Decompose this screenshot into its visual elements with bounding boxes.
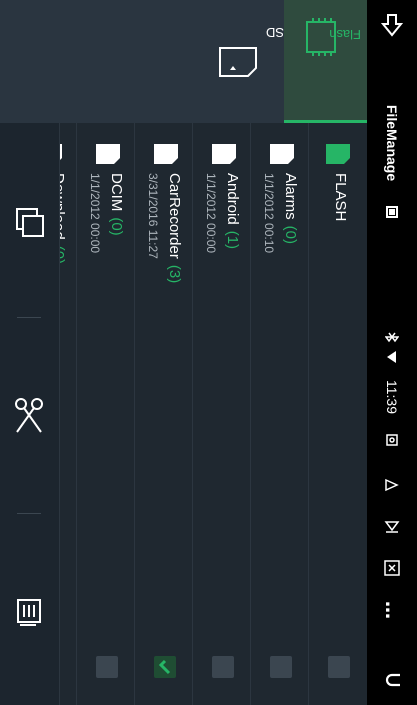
divider: [17, 317, 41, 318]
copy-icon: [16, 208, 44, 237]
row-checkbox[interactable]: [270, 656, 292, 678]
current-folder-title: FLASH: [332, 173, 349, 222]
home-icon[interactable]: [367, 470, 417, 500]
wifi-icon: [367, 342, 417, 372]
item-count: (0): [282, 225, 299, 245]
list-item[interactable]: Alarms (0) 1/1/2012 00:10: [250, 123, 309, 705]
folder-icon: [270, 144, 294, 164]
list-item[interactable]: Android (1) 1/1/2012 00:00: [192, 123, 251, 705]
volume-icon[interactable]: [367, 512, 417, 542]
item-count: (3): [166, 264, 183, 284]
flash-folder-icon: [326, 144, 350, 164]
paste-button[interactable]: [0, 543, 59, 683]
tab-sd[interactable]: SD: [201, 0, 284, 123]
list-item[interactable]: DCIM (0) 1/1/2012 00:00: [76, 123, 135, 705]
notification-icon: [367, 197, 417, 227]
modified-date: 1/1/2012 00:00: [88, 173, 102, 254]
row-checkbox[interactable]: [212, 656, 234, 678]
folder-name: Alarms: [282, 173, 299, 220]
more-icon[interactable]: …: [367, 595, 417, 625]
divider: [17, 513, 41, 514]
modified-date: 1/1/2012 00:00: [204, 173, 218, 254]
paste-icon: [17, 599, 41, 626]
row-checkbox[interactable]: [96, 656, 118, 678]
gps-icon: [367, 425, 417, 455]
folder-icon: [212, 144, 236, 164]
tab-sd-label: SD: [265, 25, 284, 40]
screen: FileManage 11:39 … Flash SD FLASH Alarms…: [0, 0, 417, 705]
item-count: (1): [224, 230, 241, 250]
scissors-icon: [15, 398, 43, 433]
close-window-icon[interactable]: [367, 553, 417, 583]
select-all-checkbox[interactable]: [328, 656, 350, 678]
folder-icon: [96, 144, 120, 164]
tab-flash[interactable]: Flash: [284, 0, 367, 123]
status-bar: FileManage 11:39 …: [367, 0, 417, 705]
folder-icon: [154, 144, 178, 164]
folder-name: Android: [224, 173, 241, 225]
clock: 11:39: [384, 380, 400, 414]
list-item[interactable]: CarRecorder (3) 3/31/2016 11:27: [134, 123, 193, 705]
tab-flash-label: Flash: [329, 27, 361, 42]
folder-name: DCIM: [108, 173, 125, 212]
storage-tabs: Flash SD: [0, 0, 367, 123]
copy-button[interactable]: [0, 153, 59, 293]
action-bar: [0, 123, 60, 705]
app-title: FileManage: [384, 104, 400, 182]
list-header: FLASH: [308, 123, 367, 705]
modified-date: 3/31/2016 11:27: [146, 173, 160, 259]
file-list: FLASH Alarms (0) 1/1/2012 00:10 Android (1…: [38, 123, 367, 705]
back-icon[interactable]: [367, 655, 417, 705]
folder-name: CarRecorder: [166, 173, 183, 259]
exit-icon[interactable]: [367, 0, 417, 50]
modified-date: 1/1/2012 00:10: [262, 173, 276, 254]
checkmark-icon: [158, 659, 171, 675]
item-count: (0): [108, 217, 125, 236]
row-checkbox-checked[interactable]: [154, 656, 176, 678]
cut-button[interactable]: [0, 345, 59, 485]
landscape-screen: FileManage 11:39 … Flash SD FLASH Alarms…: [0, 0, 417, 705]
